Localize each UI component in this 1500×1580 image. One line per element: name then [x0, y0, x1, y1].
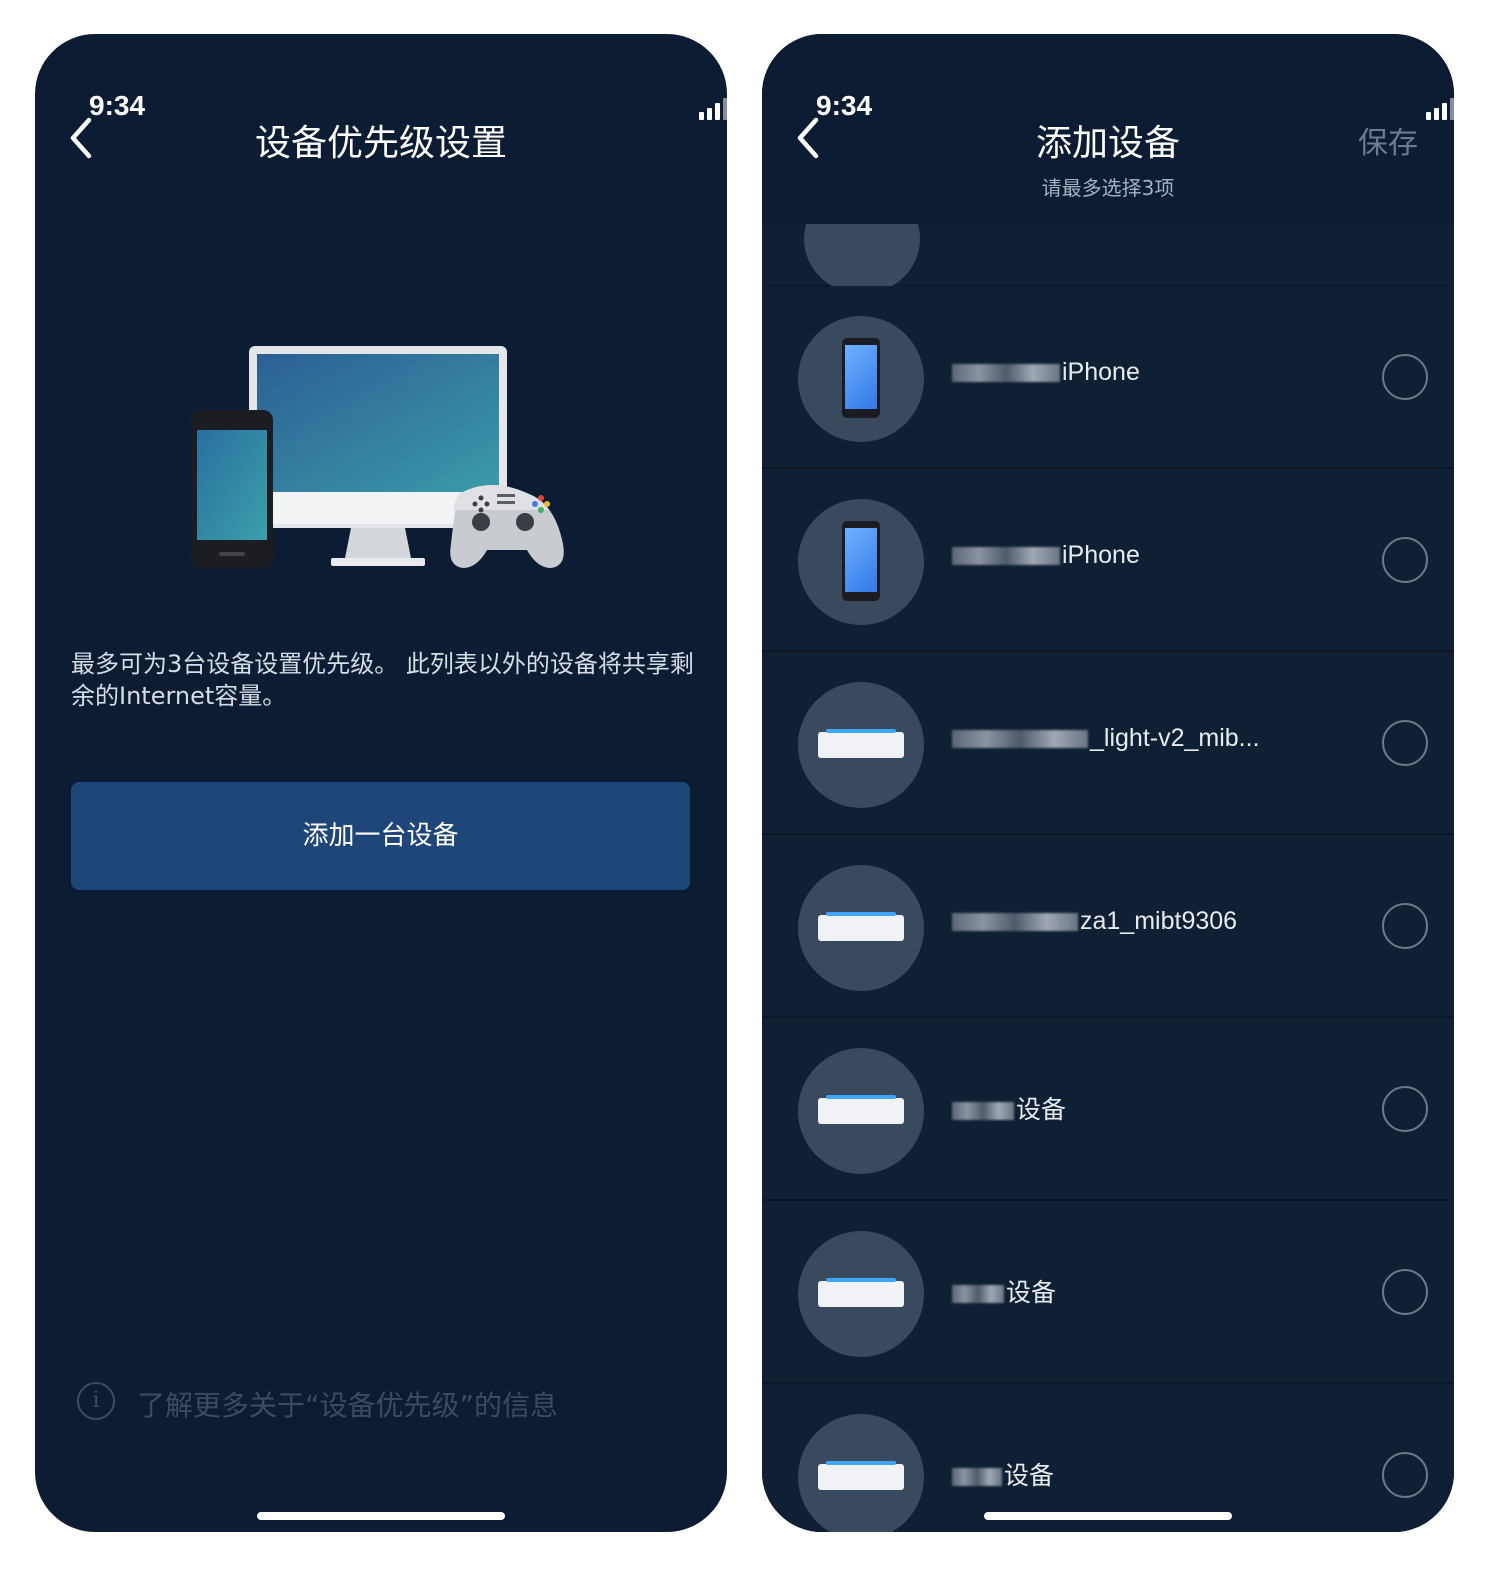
device-avatar — [798, 682, 924, 808]
page-subtitle: 请最多选择3项 — [1041, 176, 1175, 200]
device-avatar — [798, 865, 924, 991]
device-name: iPhone — [952, 541, 1140, 570]
info-icon: i — [77, 1382, 115, 1420]
select-radio[interactable] — [1382, 1086, 1428, 1132]
select-radio[interactable] — [1382, 903, 1428, 949]
device-row[interactable]: 设备 — [762, 1018, 1454, 1202]
device-list[interactable]: iPhone iPhone _light-v2_mib... za1_mibt9… — [762, 224, 1454, 1532]
device-avatar — [798, 1231, 924, 1357]
devices-illustration — [191, 346, 564, 568]
router-icon — [818, 1095, 904, 1124]
router-icon — [818, 729, 904, 758]
device-name: iPhone — [952, 358, 1140, 387]
select-radio[interactable] — [1382, 354, 1428, 400]
phone-icon — [842, 338, 880, 418]
device-name: 设备 — [952, 1090, 1066, 1126]
device-row[interactable]: 设备 — [762, 1384, 1454, 1532]
device-name: za1_mibt9306 — [952, 907, 1237, 936]
learn-more-text: 了解更多关于“设备优先级”的信息 — [137, 1389, 559, 1422]
router-icon — [818, 1278, 904, 1307]
priority-settings-screen: 9:34 设备优先级设置 最多可为3台设备设置优先级。 此列表以外的设备将共享剩… — [35, 34, 727, 1532]
device-name: 设备 — [952, 1456, 1054, 1492]
home-indicator — [984, 1512, 1232, 1520]
device-avatar — [804, 224, 920, 294]
select-radio[interactable] — [1382, 1452, 1428, 1498]
select-radio[interactable] — [1382, 1269, 1428, 1315]
select-radio[interactable] — [1382, 720, 1428, 766]
device-row[interactable]: 设备 — [762, 1201, 1454, 1385]
device-avatar — [798, 316, 924, 442]
device-row[interactable]: za1_mibt9306 — [762, 835, 1454, 1019]
device-row[interactable]: _light-v2_mib... — [762, 652, 1454, 836]
page-title: 设备优先级设置 — [254, 123, 507, 164]
home-indicator — [257, 1512, 505, 1520]
add-device-button[interactable]: 添加一台设备 — [71, 782, 690, 890]
device-name: 设备 — [952, 1273, 1056, 1309]
device-name: _light-v2_mib... — [952, 724, 1260, 753]
page-title: 添加设备 — [1035, 123, 1180, 164]
router-icon — [818, 1461, 904, 1490]
device-row[interactable]: iPhone — [762, 286, 1454, 470]
device-avatar — [798, 1048, 924, 1174]
device-avatar — [798, 499, 924, 625]
phone-icon — [842, 521, 880, 601]
select-radio[interactable] — [1382, 537, 1428, 583]
router-icon — [818, 912, 904, 941]
save-button[interactable]: 保存 — [1358, 118, 1418, 162]
list-item-partial — [762, 224, 1454, 294]
device-row[interactable]: iPhone — [762, 469, 1454, 653]
priority-description: 最多可为3台设备设置优先级。 此列表以外的设备将共享剩余的Internet容量。 — [71, 650, 694, 710]
device-avatar — [798, 1414, 924, 1532]
add-device-screen: iPhone iPhone _light-v2_mib... za1_mibt9… — [762, 34, 1454, 1532]
